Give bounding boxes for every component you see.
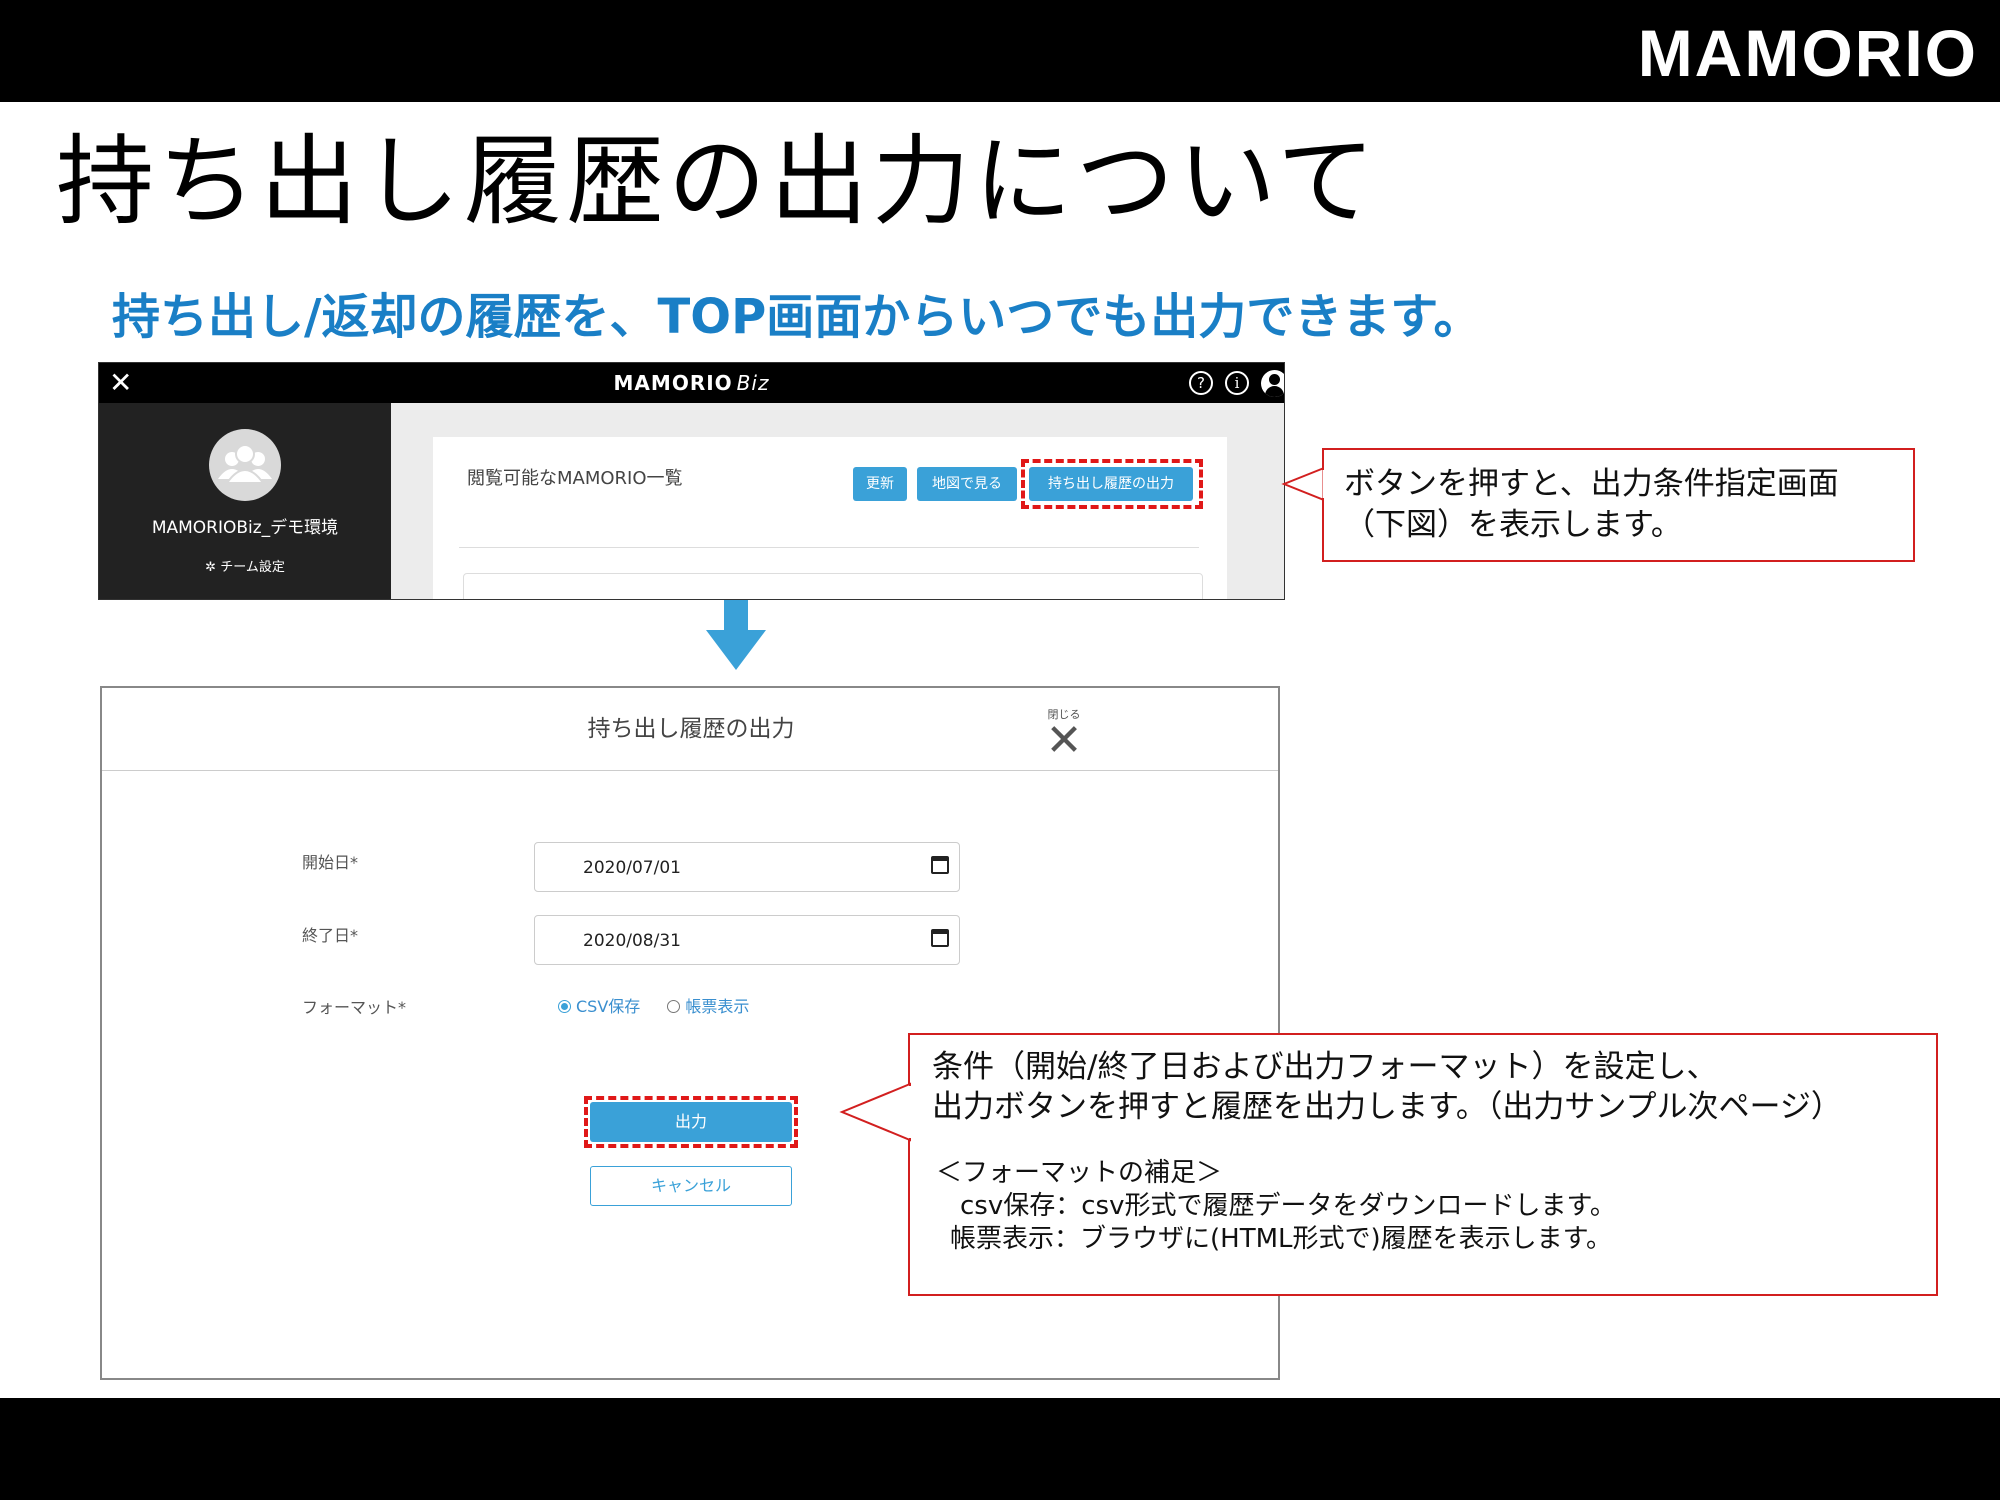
callout2-line2: 出力ボタンを押すと履歴を出力します。（出力サンプル次ページ） [932, 1089, 1842, 1125]
gear-icon: ✲ [205, 560, 221, 575]
start-date-value: 2020/07/01 [583, 858, 681, 878]
app-main: 閲覧可能なMAMORIO一覧 更新 地図で見る 持ち出し履歴の出力 [391, 403, 1284, 599]
format-radio-group: CSV保存 帳票表示 [558, 996, 771, 1018]
close-icon: ✕ [1045, 715, 1083, 766]
help-icon[interactable]: ? [1189, 371, 1213, 395]
slide-subtitle: 持ち出し/返却の履歴を、TOP画面からいつでも出力できます。 [112, 289, 1482, 345]
team-name: MAMORIOBiz_デモ環境 [151, 518, 339, 538]
mamorio-list-card: 閲覧可能なMAMORIO一覧 更新 地図で見る 持ち出し履歴の出力 [433, 437, 1227, 599]
modal-title: 持ち出し履歴の出力 [587, 716, 795, 742]
top-bar: MAMORIO [0, 0, 2000, 102]
format-option-csv: CSV保存 [576, 997, 641, 1016]
end-date-value: 2020/08/31 [583, 931, 681, 951]
radio-unselected-icon [667, 1000, 681, 1013]
history-button-highlight [1021, 459, 1203, 509]
refresh-button[interactable]: 更新 [853, 467, 907, 501]
end-date-input[interactable]: 2020/08/31 [534, 915, 960, 965]
team-settings-label: チーム設定 [220, 560, 285, 575]
end-date-label: 終了日* [302, 926, 359, 945]
app-logo-suffix: Biz [736, 371, 770, 395]
callout1-text: ボタンを押すと、出力条件指定画面 （下図）を表示します。 [1344, 464, 1839, 546]
format-label: フォーマット* [302, 998, 407, 1017]
app-sidebar: MAMORIOBiz_デモ環境 ✲ チーム設定 [99, 403, 391, 599]
calendar-icon[interactable] [931, 856, 949, 874]
info-icon[interactable]: i [1225, 371, 1249, 395]
callout2-note-report: 帳票表示：ブラウザに(HTML形式で)履歴を表示します。 [950, 1224, 1613, 1254]
down-arrow-icon [706, 600, 766, 670]
team-settings-link[interactable]: ✲ チーム設定 [99, 559, 391, 577]
modal-divider [102, 770, 1278, 771]
callout2-note-title: ＜フォーマットの補足＞ [936, 1158, 1223, 1188]
output-button-highlight [584, 1096, 798, 1148]
brand-logo: MAMORIO [1637, 16, 1978, 90]
callout-settings-note: 条件（開始/終了日および出力フォーマット）を設定し、 出力ボタンを押すと履歴を出… [908, 1033, 1938, 1296]
format-option-report: 帳票表示 [685, 997, 750, 1016]
bottom-bar [0, 1398, 2000, 1500]
slide-title: 持ち出し履歴の出力について [56, 125, 1380, 239]
format-radio-report[interactable]: 帳票表示 [667, 996, 749, 1018]
user-icon[interactable] [1261, 370, 1284, 397]
app-top-screenshot: ✕ MAMORIOBiz ? i mamorio MAMORIOBiz_デモ環境… [98, 362, 1285, 600]
callout1-line2: （下図）を表示します。 [1344, 507, 1682, 543]
team-avatar-icon [209, 429, 281, 501]
app-logo: MAMORIO Biz [99, 363, 1284, 403]
cancel-button[interactable]: キャンセル [590, 1166, 792, 1206]
calendar-icon[interactable] [931, 929, 949, 947]
card-divider [459, 547, 1199, 548]
modal-close-button[interactable]: 閉じる ✕ [1042, 708, 1086, 766]
callout2-note-csv: csv保存：csv形式で履歴データをダウンロードします。 [960, 1191, 1616, 1221]
start-date-input[interactable]: 2020/07/01 [534, 842, 960, 892]
callout1-line1: ボタンを押すと、出力条件指定画面 [1344, 466, 1839, 502]
start-date-label: 開始日* [302, 853, 359, 872]
card-sub-panel [463, 573, 1203, 599]
map-view-button[interactable]: 地図で見る [917, 467, 1017, 501]
app-header: ✕ MAMORIOBiz ? i mamorio [99, 363, 1284, 403]
callout-open-screen: ボタンを押すと、出力条件指定画面 （下図）を表示します。 [1322, 448, 1915, 562]
app-logo-text: MAMORIO [613, 371, 733, 395]
format-radio-csv[interactable]: CSV保存 [558, 996, 640, 1018]
list-title: 閲覧可能なMAMORIO一覧 [467, 468, 683, 489]
callout2-line1: 条件（開始/終了日および出力フォーマット）を設定し、 [932, 1049, 1718, 1085]
radio-selected-icon [558, 1000, 571, 1013]
